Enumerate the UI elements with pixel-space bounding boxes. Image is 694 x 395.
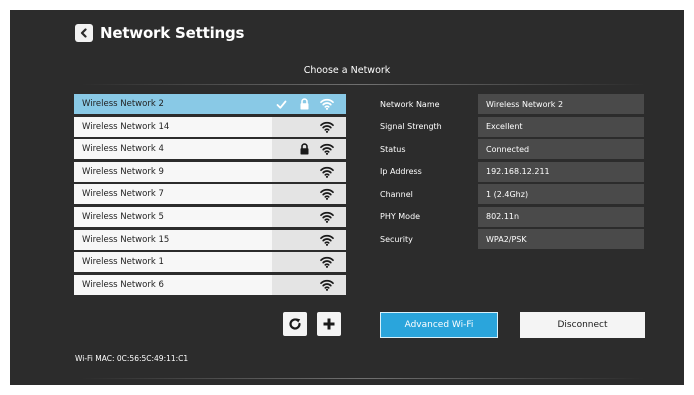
wifi-icon-wrap xyxy=(320,234,334,246)
detail-label: Channel xyxy=(380,189,413,199)
wifi-icon-wrap xyxy=(320,98,334,110)
lock-icon xyxy=(300,143,308,155)
wifi-icon-wrap xyxy=(320,256,334,269)
wifi-icon-wrap xyxy=(320,279,334,291)
lock-icon-wrap xyxy=(297,143,311,155)
lock-icon-wrap xyxy=(297,98,311,110)
wifi-icon xyxy=(320,234,334,246)
wifi-icon xyxy=(320,279,334,291)
section-divider xyxy=(80,84,645,85)
wifi-mac-address: Wi-Fi MAC: 0C:56:5C:49:11:C1 xyxy=(75,354,189,363)
detail-value: Connected xyxy=(478,139,644,159)
network-row[interactable]: Wireless Network 1 xyxy=(74,252,346,273)
add-network-button[interactable] xyxy=(317,312,341,336)
network-row[interactable]: Wireless Network 14 xyxy=(74,116,346,137)
wifi-icon xyxy=(320,166,334,178)
network-status-icons xyxy=(272,116,346,137)
network-status-icons xyxy=(272,161,346,182)
detail-label: Status xyxy=(380,144,406,154)
detail-label: Ip Address xyxy=(380,167,422,176)
detail-value: 1 (2.4Ghz) xyxy=(478,184,644,204)
network-name: Wireless Network 1 xyxy=(74,252,272,273)
detail-row: PHY Mode 802.11n xyxy=(374,206,644,227)
network-name: Wireless Network 14 xyxy=(74,116,272,137)
network-list: Wireless Network 2 Wireless Network 14 Wir… xyxy=(74,94,346,297)
detail-row: Channel 1 (2.4Ghz) xyxy=(374,184,644,204)
network-row[interactable]: Wireless Network 9 xyxy=(74,161,346,182)
wifi-icon xyxy=(320,189,334,201)
network-row[interactable]: Wireless Network 4 xyxy=(74,139,346,160)
network-status-icons xyxy=(272,139,346,160)
detail-value: Excellent xyxy=(478,116,644,137)
wifi-icon xyxy=(320,144,334,156)
detail-label: Security xyxy=(380,234,413,244)
bottom-divider xyxy=(80,378,645,379)
advanced-wifi-button[interactable]: Advanced Wi-Fi xyxy=(380,312,498,338)
detail-label: PHY Mode xyxy=(380,212,421,221)
network-row[interactable]: Wireless Network 7 xyxy=(74,184,346,205)
network-name: Wireless Network 2 xyxy=(74,94,272,114)
detail-row: Status Connected xyxy=(374,139,644,159)
network-name: Wireless Network 4 xyxy=(74,139,272,160)
network-name: Wireless Network 5 xyxy=(74,206,272,227)
network-name: Wireless Network 7 xyxy=(74,184,272,205)
network-row[interactable]: Wireless Network 5 xyxy=(74,206,346,227)
section-title: Choose a Network xyxy=(303,65,391,76)
network-name: Wireless Network 9 xyxy=(74,161,272,182)
wifi-icon xyxy=(320,257,334,269)
disconnect-button[interactable]: Disconnect xyxy=(520,312,645,338)
network-settings-screen: Network Settings Choose a Network Wirele… xyxy=(10,10,684,385)
network-status-icons xyxy=(272,252,346,273)
lock-icon xyxy=(300,98,308,110)
page-title: Network Settings xyxy=(100,24,245,42)
wifi-icon-wrap xyxy=(320,211,334,223)
wifi-icon-wrap xyxy=(320,166,334,178)
plus-icon xyxy=(323,318,335,330)
detail-row: Ip Address 192.168.12.211 xyxy=(374,161,644,182)
wifi-icon xyxy=(320,211,334,223)
refresh-button[interactable] xyxy=(283,312,307,336)
detail-label: Network Name xyxy=(380,99,440,109)
detail-row: Signal Strength Excellent xyxy=(374,116,644,137)
detail-value: Wireless Network 2 xyxy=(478,94,644,114)
wifi-icon-wrap xyxy=(320,143,334,156)
network-status-icons xyxy=(272,184,346,205)
check-icon xyxy=(276,100,286,109)
network-status-icons xyxy=(272,206,346,227)
network-status-icons xyxy=(272,229,346,250)
network-row[interactable]: Wireless Network 6 xyxy=(74,274,346,295)
check-icon-wrap xyxy=(274,98,288,110)
network-status-icons xyxy=(272,94,346,114)
detail-label: Signal Strength xyxy=(380,122,442,131)
header: Network Settings xyxy=(75,24,244,42)
detail-value: WPA2/PSK xyxy=(478,229,644,249)
network-row[interactable]: Wireless Network 15 xyxy=(74,229,346,250)
refresh-icon xyxy=(289,318,301,330)
detail-row: Network Name Wireless Network 2 xyxy=(374,94,644,114)
back-button[interactable] xyxy=(75,24,93,42)
detail-value: 192.168.12.211 xyxy=(478,161,644,182)
network-name: Wireless Network 6 xyxy=(74,274,272,295)
detail-row: Security WPA2/PSK xyxy=(374,229,644,249)
detail-value: 802.11n xyxy=(478,206,644,227)
network-row[interactable]: Wireless Network 2 xyxy=(74,94,346,114)
wifi-icon-wrap xyxy=(320,188,334,201)
wifi-icon xyxy=(320,121,334,133)
network-name: Wireless Network 15 xyxy=(74,229,272,250)
network-status-icons xyxy=(272,274,346,295)
back-arrow-icon xyxy=(80,28,87,38)
wifi-icon xyxy=(320,98,334,110)
network-details: Network Name Wireless Network 2 Signal Str… xyxy=(374,94,644,252)
wifi-icon-wrap xyxy=(320,121,334,133)
